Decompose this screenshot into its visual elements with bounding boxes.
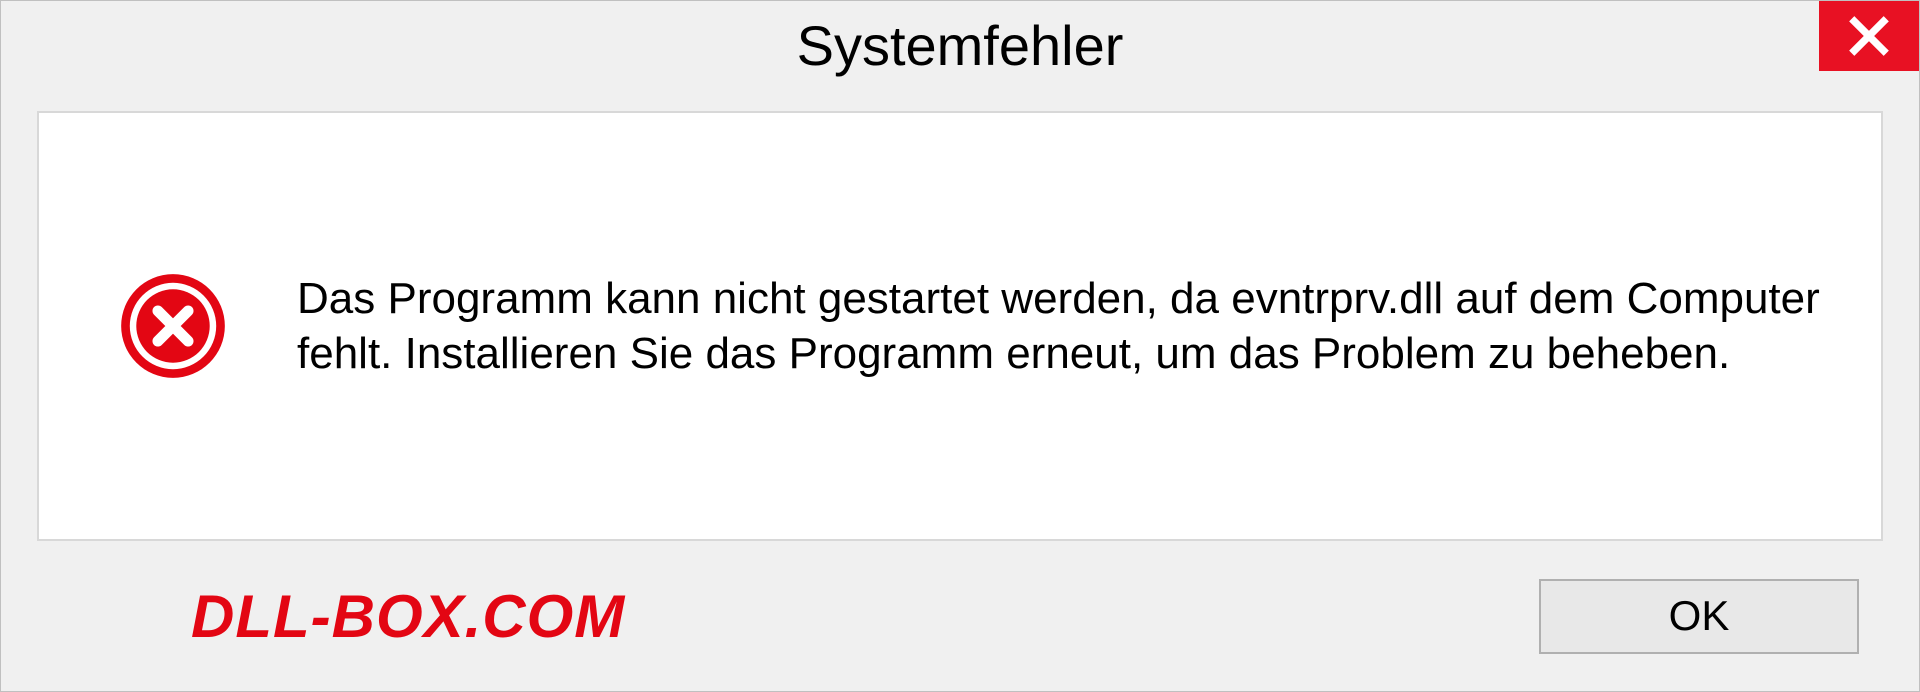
error-icon [119,272,227,380]
ok-button[interactable]: OK [1539,579,1859,654]
titlebar: Systemfehler [1,1,1919,101]
watermark-text: DLL-BOX.COM [191,582,625,651]
footer: DLL-BOX.COM OK [1,541,1919,691]
dialog-title: Systemfehler [1,13,1919,78]
content-panel: Das Programm kann nicht gestartet werden… [37,111,1883,541]
close-button[interactable] [1819,1,1919,71]
error-message: Das Programm kann nicht gestartet werden… [297,271,1821,381]
error-dialog: Systemfehler Das Programm kann nicht ges… [0,0,1920,692]
close-icon [1847,14,1891,58]
